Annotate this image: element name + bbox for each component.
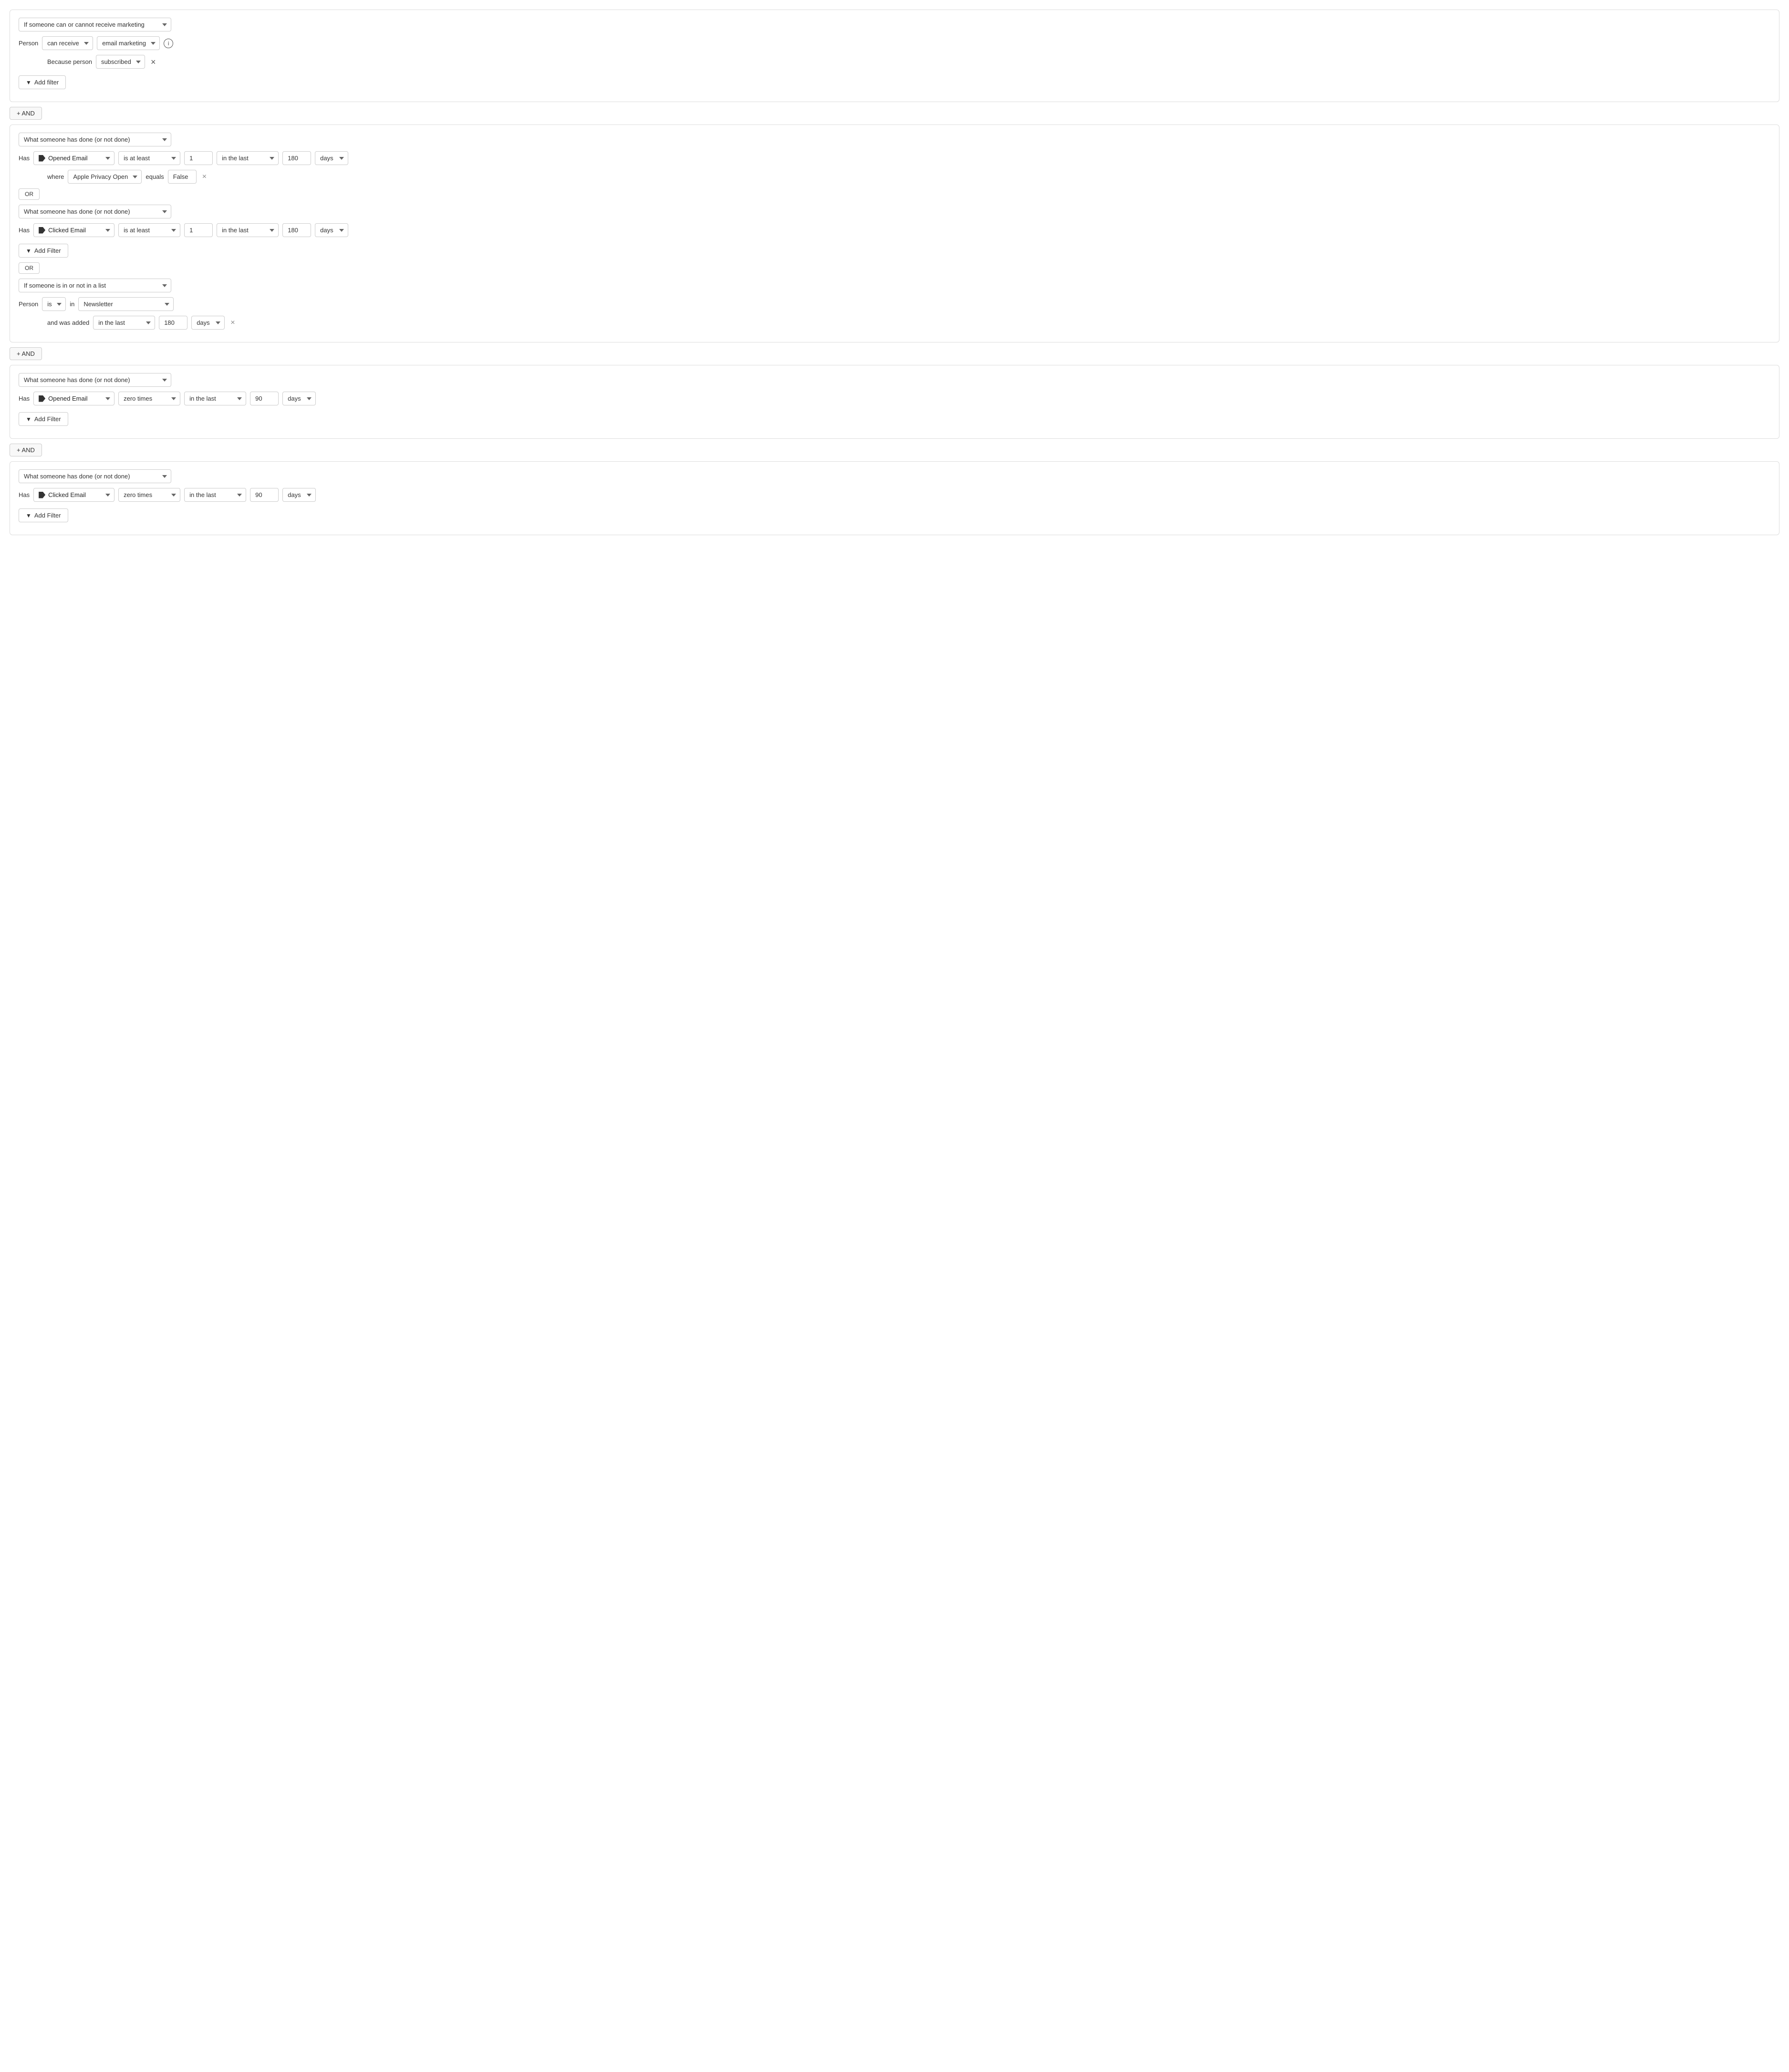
and-button-2[interactable]: + AND — [10, 347, 42, 360]
is-select[interactable]: is — [42, 297, 66, 311]
opened-email-select-1[interactable]: Opened Email — [33, 151, 114, 165]
filter-icon-1: ▼ — [26, 79, 31, 86]
condition-section-1: What someone has done (or not done) Has … — [10, 124, 1779, 342]
days-unit-select-2[interactable]: days — [315, 223, 348, 237]
and-button-1[interactable]: + AND — [10, 107, 42, 120]
days-unit-select-3[interactable]: days — [191, 316, 225, 330]
and-button-3[interactable]: + AND — [10, 444, 42, 456]
cs1-main-condition[interactable]: What someone has done (or not done) — [19, 133, 171, 146]
days-unit-select-1[interactable]: days — [315, 151, 348, 165]
add-filter-label-3: Add Filter — [34, 415, 61, 423]
and-was-added-close-button[interactable]: × — [229, 319, 237, 327]
cs1-sub-condition-3[interactable]: If someone is in or not in a list — [19, 279, 171, 292]
or-wrap-1: OR — [19, 188, 1770, 200]
false-input-1[interactable] — [168, 170, 197, 184]
subsection-list: If someone is in or not in a list Person… — [19, 279, 1770, 330]
email-icon-2 — [39, 227, 45, 234]
add-filter-button-3[interactable]: ▼ Add Filter — [19, 412, 68, 426]
in-the-last-select-1[interactable]: in the last — [217, 151, 279, 165]
has-label-4: Has — [19, 491, 30, 498]
days-input-3[interactable] — [159, 316, 187, 330]
info-icon[interactable]: i — [164, 39, 173, 48]
opened-email-label-2: Opened Email — [48, 395, 87, 402]
subsection-clicked-email: What someone has done (or not done) Has … — [19, 205, 1770, 258]
is-at-least-select-1[interactable]: is at least — [118, 151, 180, 165]
person-label: Person — [19, 40, 38, 47]
days-input-1[interactable] — [282, 151, 311, 165]
and-was-added-label: and was added — [47, 319, 89, 326]
days-unit-select-4[interactable]: days — [282, 392, 316, 405]
cs2-main-condition[interactable]: What someone has done (or not done) — [19, 373, 171, 387]
marketing-condition-select[interactable]: If someone can or cannot receive marketi… — [19, 18, 171, 31]
or-button-1[interactable]: OR — [19, 188, 40, 200]
in-label: in — [70, 300, 74, 308]
number-input-1[interactable] — [184, 151, 213, 165]
apple-privacy-select[interactable]: Apple Privacy Open — [68, 170, 142, 184]
or-wrap-2: OR — [19, 262, 1770, 274]
days-unit-select-5[interactable]: days — [282, 488, 316, 502]
days-input-4[interactable] — [250, 392, 279, 405]
zero-times-select-1[interactable]: zero times — [118, 392, 180, 405]
in-the-last-select-3[interactable]: in the last — [93, 316, 155, 330]
where-close-button-1[interactable]: × — [200, 173, 208, 181]
in-the-last-select-2[interactable]: in the last — [217, 223, 279, 237]
add-filter-button-1[interactable]: ▼ Add filter — [19, 75, 66, 89]
because-person-label: Because person — [47, 58, 92, 65]
has-label-3: Has — [19, 395, 30, 402]
email-icon-1 — [39, 155, 45, 162]
clicked-email-label-1: Clicked Email — [48, 227, 86, 234]
add-filter-label-4: Add Filter — [34, 512, 61, 519]
zero-times-select-2[interactable]: zero times — [118, 488, 180, 502]
newsletter-select[interactable]: Newsletter — [78, 297, 174, 311]
person-label-2: Person — [19, 300, 38, 308]
cs3-main-condition[interactable]: What someone has done (or not done) — [19, 469, 171, 483]
number-input-2[interactable] — [184, 223, 213, 237]
opened-email-select-2[interactable]: Opened Email — [33, 392, 114, 405]
cs1-sub-condition-2[interactable]: What someone has done (or not done) — [19, 205, 171, 218]
because-person-close-button[interactable]: × — [149, 58, 158, 66]
days-input-2[interactable] — [282, 223, 311, 237]
email-icon-4 — [39, 492, 45, 498]
has-label-1: Has — [19, 155, 30, 162]
filter-icon-4: ▼ — [26, 512, 31, 519]
add-filter-button-4[interactable]: ▼ Add Filter — [19, 508, 68, 522]
and-button-wrap-2: + AND — [10, 347, 1779, 360]
opened-email-label-1: Opened Email — [48, 155, 87, 162]
add-filter-label-1: Add filter — [34, 79, 59, 86]
equals-label-1: equals — [146, 173, 164, 180]
condition-section-2: What someone has done (or not done) Has … — [10, 365, 1779, 439]
in-the-last-select-5[interactable]: in the last — [184, 488, 246, 502]
and-button-wrap-3: + AND — [10, 444, 1779, 456]
can-receive-select[interactable]: can receive — [42, 36, 93, 50]
days-input-5[interactable] — [250, 488, 279, 502]
condition-section-3: What someone has done (or not done) Has … — [10, 461, 1779, 535]
and-button-wrap-1: + AND — [10, 107, 1779, 120]
filter-icon-2: ▼ — [26, 248, 31, 254]
marketing-section: If someone can or cannot receive marketi… — [10, 10, 1779, 102]
filter-icon-3: ▼ — [26, 416, 31, 423]
marketing-type-select[interactable]: email marketing — [97, 36, 160, 50]
has-label-2: Has — [19, 227, 30, 234]
add-filter-button-2[interactable]: ▼ Add Filter — [19, 244, 68, 258]
add-filter-label-2: Add Filter — [34, 247, 61, 254]
clicked-email-label-2: Clicked Email — [48, 491, 86, 498]
is-at-least-select-2[interactable]: is at least — [118, 223, 180, 237]
in-the-last-select-4[interactable]: in the last — [184, 392, 246, 405]
where-label-1: where — [47, 173, 64, 180]
clicked-email-select-2[interactable]: Clicked Email — [33, 488, 114, 502]
or-button-2[interactable]: OR — [19, 262, 40, 274]
clicked-email-select-1[interactable]: Clicked Email — [33, 223, 114, 237]
subscribed-select[interactable]: subscribed — [96, 55, 145, 69]
email-icon-3 — [39, 395, 45, 402]
